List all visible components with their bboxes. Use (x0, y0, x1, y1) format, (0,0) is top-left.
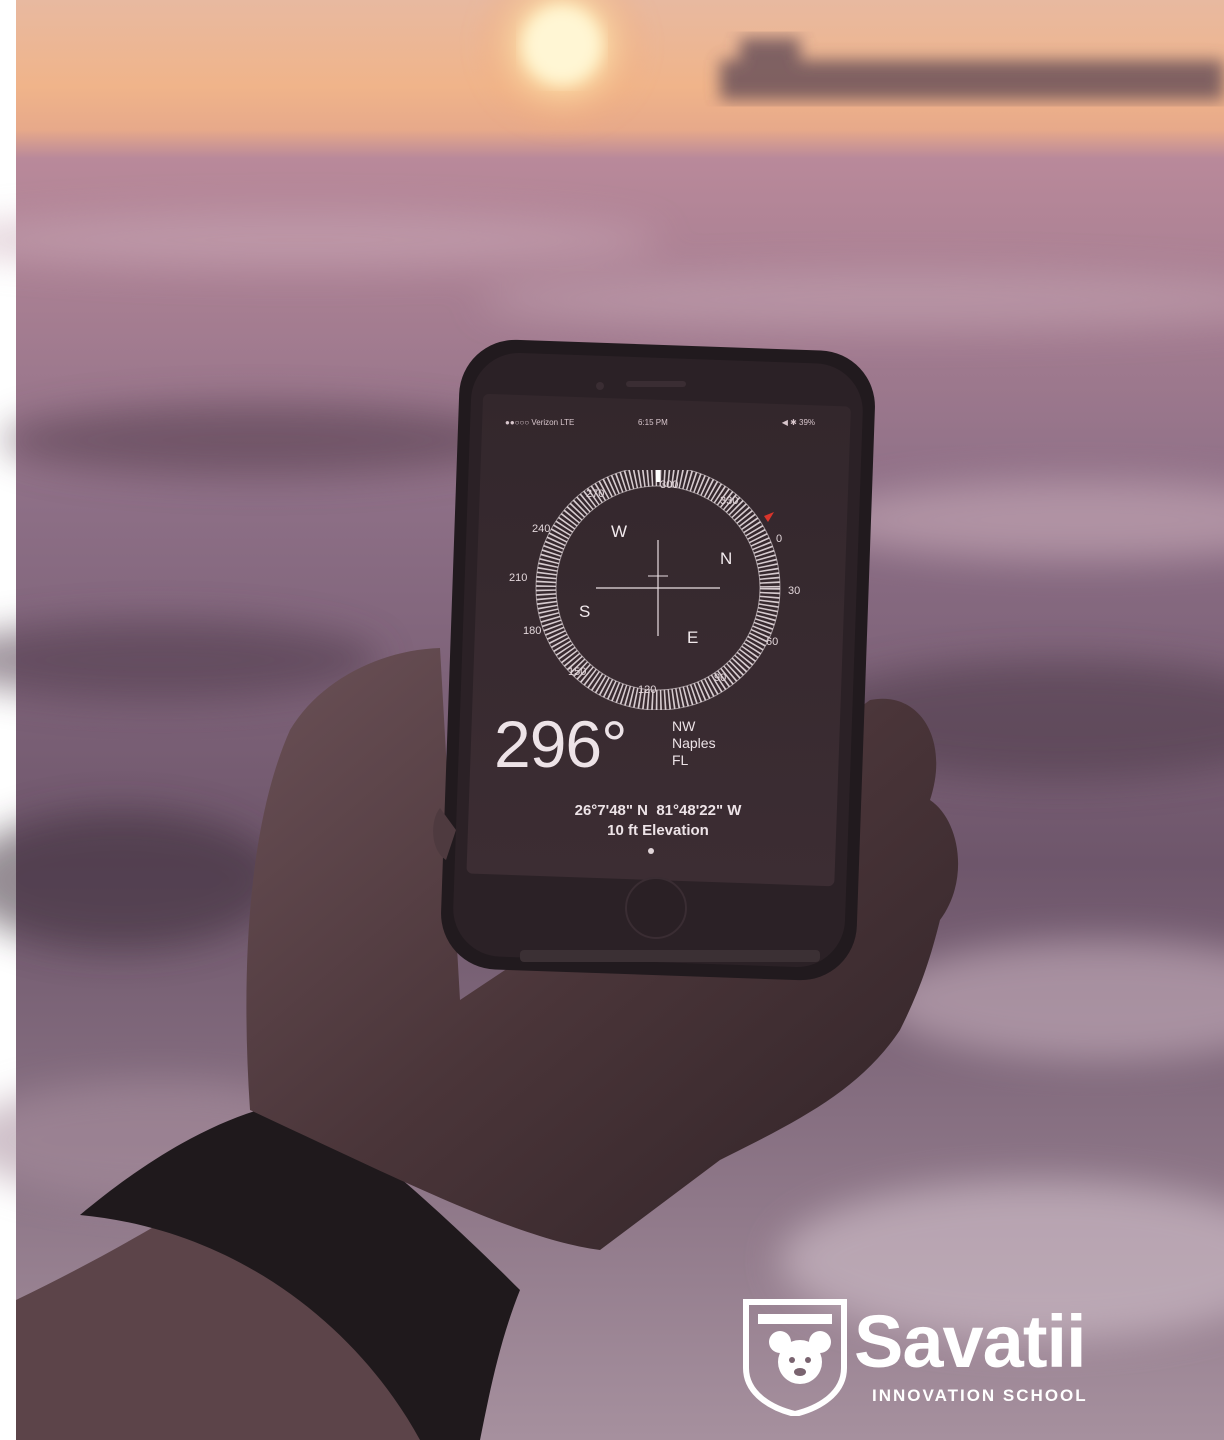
dial-label-120: 120 (638, 684, 657, 696)
savatii-logo: Savatii INNOVATION SCHOOL (742, 1298, 1142, 1418)
dial-label-210: 210 (509, 572, 528, 584)
heading-direction: NW (672, 718, 696, 734)
heading-location: NW Naples FL (672, 718, 716, 769)
location-city: Naples (672, 735, 716, 751)
dial-label-150: 150 (568, 666, 587, 678)
status-bar: ●●○○○ Verizon LTE 6:15 PM ◀ ✱ 39% (505, 418, 815, 430)
dial-label-330: 330 (720, 495, 739, 507)
brand-subtitle: INNOVATION SCHOOL (872, 1386, 1088, 1405)
cardinal-north: N (720, 549, 733, 568)
shield-icon (743, 1299, 847, 1416)
phone-ui: ●●○○○ Verizon LTE 6:15 PM ◀ ✱ 39% 270 30… (0, 0, 1224, 1440)
dial-label-300: 300 (660, 479, 679, 491)
cardinal-south: S (579, 602, 591, 621)
carrier-label: ●●○○○ Verizon LTE (505, 418, 575, 427)
elevation: 10 ft Elevation (607, 822, 709, 839)
cardinal-east: E (687, 628, 699, 647)
dial-label-30: 30 (788, 585, 801, 597)
photo-scene: ●●○○○ Verizon LTE 6:15 PM ◀ ✱ 39% 270 30… (0, 0, 1224, 1440)
cardinal-west: W (611, 522, 628, 541)
dial-label-90: 90 (714, 672, 727, 684)
dial-label-240: 240 (532, 523, 551, 535)
dial-labels: 270 300 330 0 30 60 90 120 150 180 210 2… (498, 470, 818, 710)
brand-name: Savatii (854, 1300, 1087, 1383)
dial-label-0: 0 (776, 533, 783, 545)
coordinates: 26°7'48" N 81°48'22" W (574, 802, 742, 819)
page-indicator-dot (648, 848, 654, 854)
dial-label-270: 270 (586, 488, 605, 500)
battery-label: ◀ ✱ 39% (781, 418, 815, 427)
dial-label-180: 180 (523, 625, 542, 637)
time-label: 6:15 PM (638, 418, 668, 427)
dial-label-60: 60 (766, 636, 779, 648)
location-state: FL (672, 752, 689, 768)
heading-value: 296° (494, 707, 628, 781)
